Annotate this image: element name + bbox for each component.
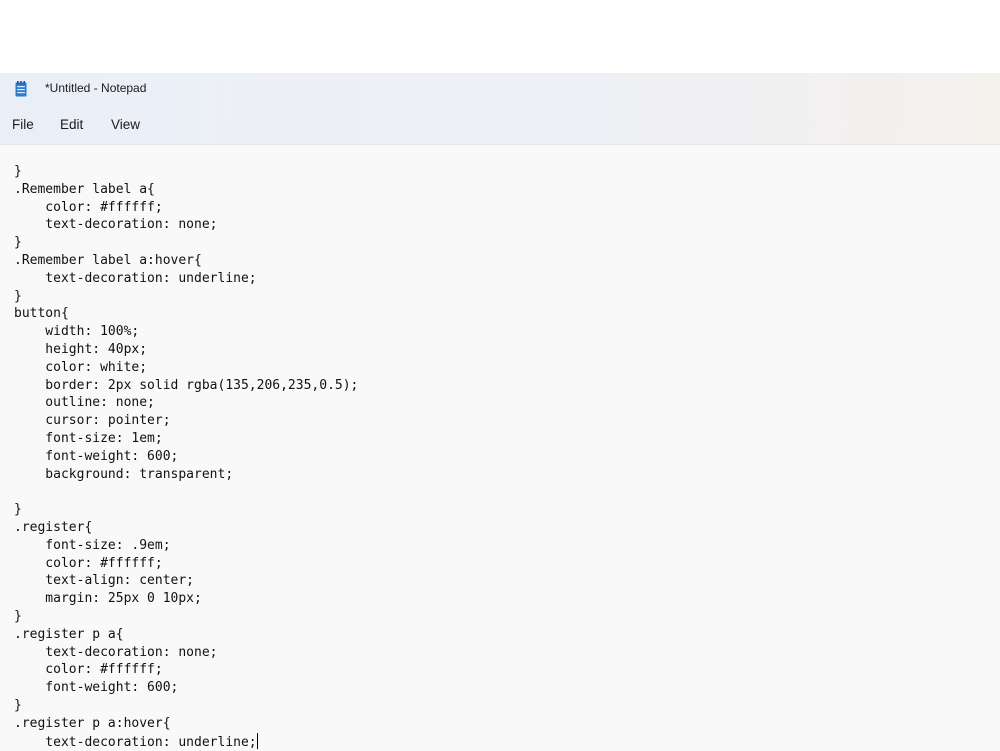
notepad-icon	[15, 81, 27, 97]
editor-line: font-size: .9em;	[14, 537, 171, 553]
editor-line: text-decoration: none;	[14, 217, 218, 233]
title-bar[interactable]: *Untitled - Notepad	[0, 73, 1000, 106]
editor-line: .Remember label a:hover{	[14, 252, 202, 268]
editor-line: .Remember label a{	[14, 181, 155, 197]
editor-line: text-decoration: underline;	[14, 732, 258, 750]
editor-line: background: transparent;	[14, 466, 234, 482]
editor-line: .register{	[14, 519, 93, 535]
editor-line: margin: 25px 0 10px;	[14, 591, 202, 607]
editor-line: color: #ffffff;	[14, 555, 163, 571]
editor-line: font-weight: 600;	[14, 680, 179, 696]
editor-line: }	[14, 502, 22, 518]
editor-line: font-weight: 600;	[14, 448, 179, 464]
editor-line: }	[14, 235, 22, 251]
editor-line: width: 100%;	[14, 324, 140, 340]
editor-content[interactable]: } .Remember label a{ color: #ffffff; text…	[14, 163, 358, 750]
editor-line: .register p a:hover{	[14, 715, 171, 731]
editor-line: font-size: 1em;	[14, 430, 163, 446]
text-editor[interactable]: } .Remember label a{ color: #ffffff; text…	[0, 145, 1000, 751]
menu-file[interactable]: File	[12, 117, 34, 132]
editor-line: border: 2px solid rgba(135,206,235,0.5);	[14, 377, 359, 393]
menu-view[interactable]: View	[111, 117, 140, 132]
desktop-blank-area	[0, 0, 1000, 73]
editor-line: }	[14, 164, 22, 179]
editor-line: color: #ffffff;	[14, 662, 163, 678]
notepad-window: *Untitled - Notepad File Edit View } .Rem…	[0, 73, 1000, 751]
editor-line: }	[14, 697, 22, 713]
editor-line: color: #ffffff;	[14, 199, 163, 215]
menu-bar: File Edit View	[0, 106, 1000, 145]
window-title: *Untitled - Notepad	[45, 81, 147, 95]
text-caret	[256, 732, 258, 749]
editor-line: text-align: center;	[14, 573, 195, 589]
editor-line: }	[14, 608, 22, 624]
editor-line: cursor: pointer;	[14, 413, 171, 429]
menu-edit[interactable]: Edit	[60, 117, 83, 132]
editor-line: button{	[14, 306, 69, 322]
editor-line: outline: none;	[14, 395, 155, 411]
editor-line: }	[14, 288, 22, 304]
editor-line: height: 40px;	[14, 341, 148, 357]
editor-line: text-decoration: none;	[14, 644, 218, 660]
editor-line: color: white;	[14, 359, 148, 375]
editor-line: text-decoration: underline;	[14, 270, 257, 286]
editor-line: .register p a{	[14, 626, 124, 642]
